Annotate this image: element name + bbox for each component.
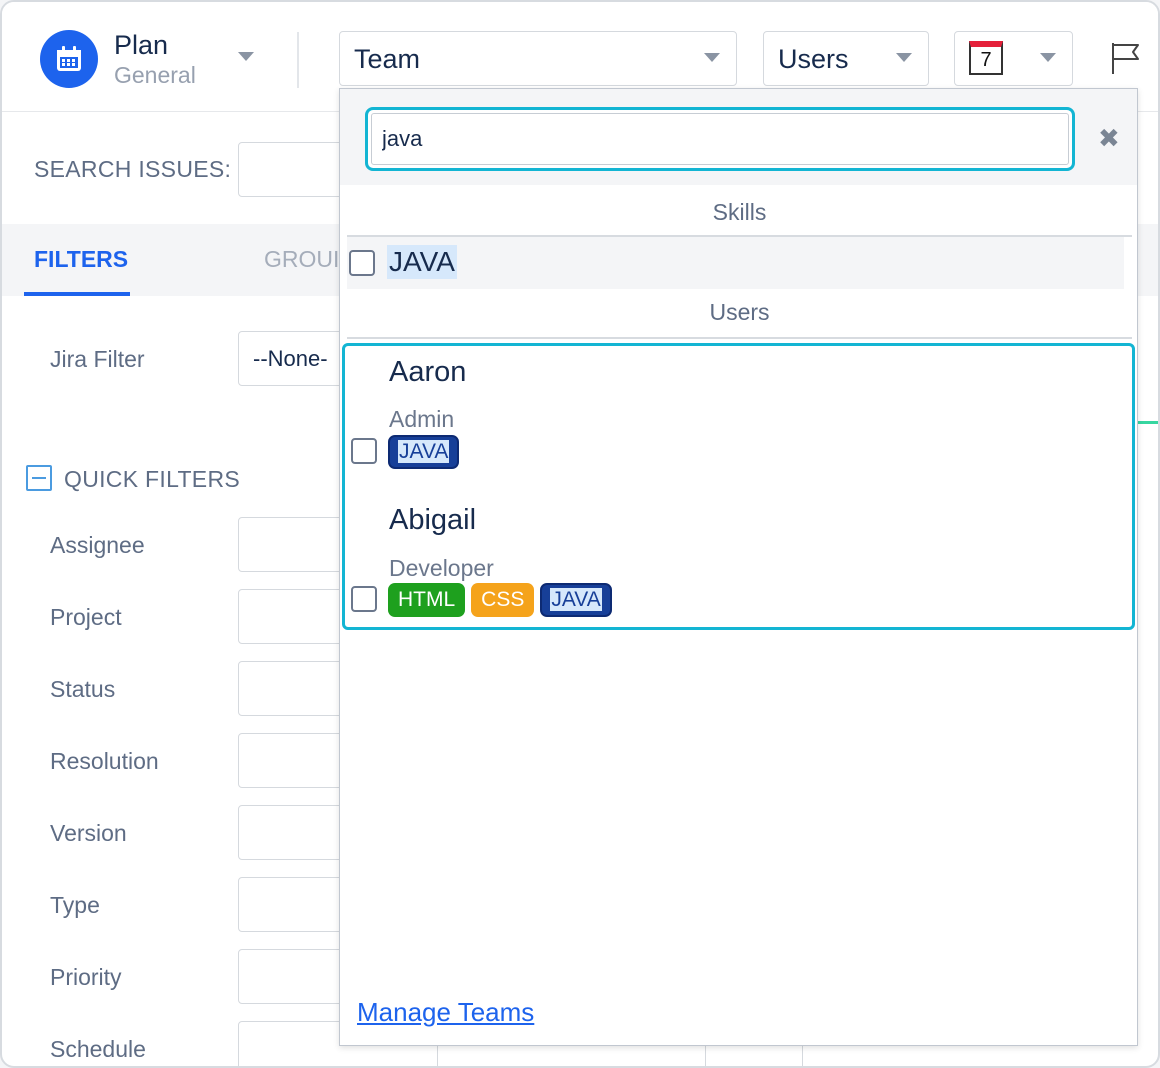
skill-tag: JAVA bbox=[540, 583, 612, 617]
quick-filter-label: Assignee bbox=[50, 532, 145, 558]
user-name: Abigail bbox=[389, 504, 477, 536]
search-issues-label: SEARCH ISSUES: bbox=[34, 156, 232, 182]
jira-filter-label: Jira Filter bbox=[50, 346, 145, 372]
quick-filter-label: Resolution bbox=[50, 748, 159, 774]
plan-title: Plan bbox=[114, 30, 169, 60]
team-select-label: Team bbox=[354, 44, 421, 74]
quick-filter-label: Status bbox=[50, 676, 116, 702]
skill-option[interactable]: JAVA bbox=[347, 237, 1124, 289]
manage-teams-link[interactable]: Manage Teams bbox=[357, 997, 534, 1028]
dropdown-search-area: ✖ bbox=[340, 89, 1137, 185]
collapse-icon[interactable] bbox=[26, 465, 52, 491]
skill-checkbox[interactable] bbox=[349, 250, 375, 276]
users-select-label: Users bbox=[778, 44, 849, 74]
user-checkbox-aaron[interactable] bbox=[351, 438, 377, 464]
skill-tag: CSS bbox=[471, 583, 535, 617]
users-select[interactable]: Users bbox=[763, 31, 929, 86]
user-role: Developer bbox=[389, 555, 494, 581]
user-checkbox-abigail[interactable] bbox=[351, 586, 377, 612]
users-chevron-down-icon bbox=[896, 53, 912, 62]
skill-tag: HTML bbox=[388, 583, 466, 617]
team-chevron-down-icon bbox=[704, 53, 720, 62]
plan-subtitle: General bbox=[114, 62, 196, 88]
plan-chevron-down-icon[interactable] bbox=[238, 52, 254, 61]
dropdown-search-focus-ring bbox=[365, 107, 1075, 171]
tab-group[interactable]: GROUI bbox=[264, 246, 339, 273]
quick-filter-label: Project bbox=[50, 604, 122, 630]
skill-option-label: JAVA bbox=[387, 245, 457, 279]
calendar-icon: 7 bbox=[969, 41, 1003, 75]
timeline-marker bbox=[1138, 421, 1158, 424]
users-section-header: Users bbox=[347, 297, 1132, 339]
quick-filter-label: Type bbox=[50, 892, 100, 918]
dropdown-search-input[interactable] bbox=[371, 113, 1069, 165]
skill-tag: JAVA bbox=[388, 435, 460, 469]
quick-filters-label: QUICK FILTERS bbox=[64, 466, 240, 492]
calendar-chevron-down-icon bbox=[1040, 53, 1056, 62]
user-role: Admin bbox=[389, 406, 455, 432]
team-dropdown: ✖ Skills JAVA Users Aaron Admin JAVA Abi… bbox=[339, 88, 1138, 1046]
skills-section-header: Skills bbox=[347, 193, 1132, 237]
jira-filter-value: --None- bbox=[253, 346, 328, 371]
team-select[interactable]: Team bbox=[339, 31, 737, 86]
quick-filter-label: Schedule bbox=[50, 1036, 146, 1062]
tab-active-indicator bbox=[24, 292, 130, 296]
calendar-select[interactable]: 7 bbox=[954, 31, 1073, 86]
header-divider bbox=[297, 32, 299, 88]
user-skill-tags: JAVA bbox=[388, 435, 460, 469]
app-window: Plan General Team Users 7 SEARCH ISSUES:… bbox=[0, 0, 1160, 1068]
users-results-list: Aaron Admin JAVA Abigail Developer HTML … bbox=[342, 343, 1135, 630]
plan-calendar-icon[interactable] bbox=[40, 30, 98, 88]
tab-filters[interactable]: FILTERS bbox=[34, 246, 128, 273]
flag-icon[interactable] bbox=[1108, 40, 1144, 76]
quick-filter-label: Version bbox=[50, 820, 127, 846]
clear-search-icon[interactable]: ✖ bbox=[1098, 125, 1120, 151]
user-name: Aaron bbox=[389, 356, 467, 388]
quick-filter-label: Priority bbox=[50, 964, 122, 990]
user-skill-tags: HTML CSS JAVA bbox=[388, 583, 612, 617]
